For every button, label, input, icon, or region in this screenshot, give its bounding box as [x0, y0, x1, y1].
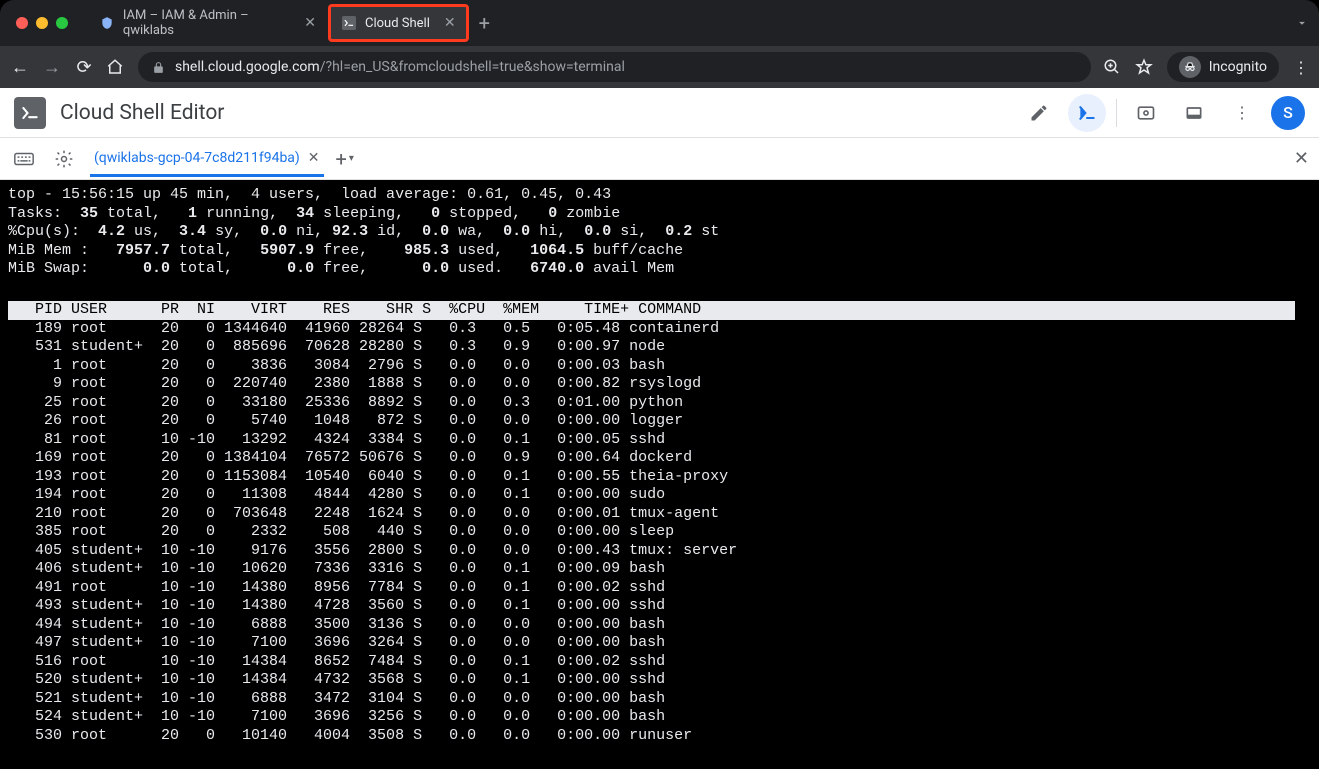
zoom-icon[interactable] — [1103, 58, 1121, 76]
browser-toolbar: ← → ⟳ shell.cloud.google.com/?hl=en_US&f… — [0, 46, 1319, 88]
close-icon[interactable]: ✕ — [444, 15, 456, 31]
keyboard-icon[interactable] — [10, 145, 38, 173]
add-terminal-tab-button[interactable]: +▾ — [336, 147, 354, 171]
incognito-indicator[interactable]: Incognito — [1167, 52, 1279, 82]
close-icon[interactable]: ✕ — [304, 15, 316, 31]
window-minimize-button[interactable] — [36, 17, 48, 29]
toolbar-right: Incognito ⋮ — [1103, 52, 1309, 82]
terminal-icon — [341, 15, 357, 31]
terminal-tab[interactable]: (qwiklabs-gcp-04-7c8d211f94ba) ✕ — [90, 140, 324, 177]
window-close-button[interactable] — [16, 17, 28, 29]
terminal-output[interactable]: top - 15:56:15 up 45 min, 4 users, load … — [0, 180, 1319, 769]
reload-button[interactable]: ⟳ — [74, 57, 94, 78]
incognito-icon — [1179, 56, 1201, 78]
forward-button[interactable]: → — [42, 57, 62, 78]
app-title: Cloud Shell Editor — [60, 101, 224, 125]
cloud-shell-logo — [14, 97, 46, 129]
browser-titlebar: IAM – IAM & Admin – qwiklabs ✕ Cloud She… — [0, 0, 1319, 46]
settings-gear-icon[interactable] — [50, 145, 78, 173]
address-bar[interactable]: shell.cloud.google.com/?hl=en_US&fromclo… — [138, 52, 1091, 82]
window-maximize-button[interactable] — [56, 17, 68, 29]
bookmark-star-icon[interactable] — [1135, 58, 1153, 76]
app-header: Cloud Shell Editor ⋮ S — [0, 88, 1319, 138]
user-avatar[interactable]: S — [1271, 96, 1305, 130]
open-editor-button[interactable] — [1020, 94, 1058, 132]
open-new-window-button[interactable] — [1175, 94, 1213, 132]
terminal-tabstrip: (qwiklabs-gcp-04-7c8d211f94ba) ✕ +▾ ✕ — [0, 138, 1319, 180]
close-icon[interactable]: ✕ — [308, 150, 320, 166]
home-button[interactable] — [106, 58, 126, 76]
url-text: shell.cloud.google.com/?hl=en_US&fromclo… — [175, 59, 625, 75]
terminal-tab-label: (qwiklabs-gcp-04-7c8d211f94ba) — [94, 150, 300, 166]
new-tab-button[interactable]: + — [479, 11, 490, 35]
open-terminal-button[interactable] — [1068, 94, 1106, 132]
tab-list-dropdown[interactable] — [1295, 16, 1309, 30]
browser-tab-iam[interactable]: IAM – IAM & Admin – qwiklabs ✕ — [88, 6, 328, 40]
window-controls — [16, 17, 68, 29]
incognito-label: Incognito — [1209, 59, 1267, 75]
shield-icon — [100, 15, 115, 31]
lock-icon — [152, 61, 165, 74]
preview-button[interactable] — [1127, 94, 1165, 132]
browser-tab-strip: IAM – IAM & Admin – qwiklabs ✕ Cloud She… — [88, 0, 490, 46]
browser-tab-label: Cloud Shell — [365, 16, 430, 31]
browser-tab-label: IAM – IAM & Admin – qwiklabs — [123, 8, 290, 38]
back-button[interactable]: ← — [10, 57, 30, 78]
more-menu-button[interactable]: ⋮ — [1223, 94, 1261, 132]
browser-tab-cloudshell[interactable]: Cloud Shell ✕ — [328, 4, 469, 42]
app-actions: ⋮ S — [1020, 94, 1305, 132]
browser-menu-button[interactable]: ⋮ — [1293, 58, 1309, 77]
close-panel-button[interactable]: ✕ — [1294, 148, 1309, 169]
